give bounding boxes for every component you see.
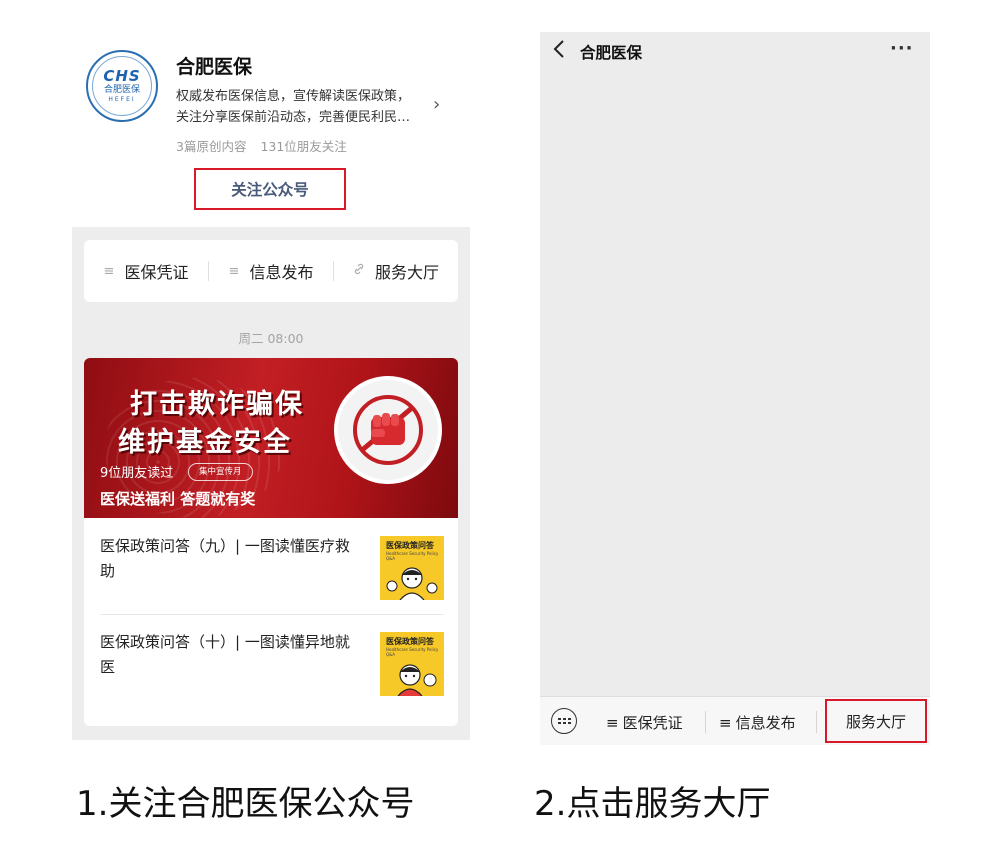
- logo-cn-text: 合肥医保: [103, 85, 140, 95]
- menu-item-info-release[interactable]: ≡ 信息发布: [209, 259, 333, 283]
- chevron-right-icon[interactable]: ›: [433, 94, 440, 115]
- account-logo[interactable]: CHS 合肥医保 HEFEI: [86, 50, 158, 122]
- article-card: 打击欺诈骗保 维护基金安全 9位朋友读过 集中宣传月 医保送福利 答题就有奖 医…: [84, 358, 458, 726]
- chat-window: [540, 32, 930, 745]
- account-menu: ≡ 医保凭证 ≡ 信息发布 服务大厅: [84, 240, 458, 302]
- article-thumbnail: 医保政策问答 Healthcare Security Policy Q&A: [380, 536, 444, 600]
- service-hall-button[interactable]: 服务大厅: [825, 699, 927, 743]
- bottom-menu-label: 医保凭证: [622, 714, 683, 732]
- step1-caption: 1.关注合肥医保公众号: [76, 784, 415, 824]
- account-description[interactable]: 权威发布医保信息，宣传解读医保政策， 关注分享医保前沿动态，完善便民利民…: [176, 86, 428, 128]
- article-list-item[interactable]: 医保政策问答（九）| 一图读懂医疗救助 医保政策问答 Healthcare Se…: [100, 534, 444, 604]
- description-line: 权威发布医保信息，宣传解读医保政策，: [176, 89, 411, 104]
- menu-item-label: 信息发布: [249, 263, 314, 282]
- list-icon: ≡: [103, 263, 115, 279]
- article-divider: [100, 614, 444, 615]
- banner-article-title: 医保送福利 答题就有奖: [100, 490, 256, 508]
- list-icon: ≡: [606, 714, 619, 732]
- bottom-menu-insurance-voucher[interactable]: ≡ 医保凭证: [606, 712, 683, 733]
- thumbnail-subtitle: Healthcare Security Policy Q&A: [386, 551, 439, 561]
- account-name: 合肥医保: [176, 56, 253, 78]
- menu-divider: [816, 711, 817, 733]
- article-title: 医保政策问答（九）| 一图读懂医疗救助: [100, 537, 350, 580]
- chat-title: 合肥医保: [580, 44, 643, 62]
- cartoon-figure-icon: [397, 664, 437, 696]
- article-list-item[interactable]: 医保政策问答（十）| 一图读懂异地就医 医保政策问答 Healthcare Se…: [100, 630, 444, 700]
- link-icon: [353, 263, 365, 279]
- list-icon: ≡: [719, 714, 732, 732]
- bottom-menu-info-release[interactable]: ≡ 信息发布: [719, 712, 796, 733]
- followers-count: 131位朋友关注: [260, 139, 347, 154]
- fist-icon: [334, 376, 442, 484]
- account-stats: 3篇原创内容 131位朋友关注: [176, 136, 347, 155]
- more-options-icon[interactable]: ···: [890, 38, 914, 59]
- logo-mark: CHS: [103, 67, 141, 85]
- keyboard-icon[interactable]: [551, 708, 577, 734]
- bottom-menu-label: 信息发布: [735, 714, 796, 732]
- menu-item-label: 服务大厅: [374, 263, 439, 282]
- thumbnail-title: 医保政策问答: [386, 541, 434, 550]
- list-icon: ≡: [228, 263, 240, 279]
- follow-account-button[interactable]: 关注公众号: [194, 168, 346, 210]
- article-thumbnail: 医保政策问答 Healthcare Security Policy Q&A: [380, 632, 444, 696]
- banner-headline-line2: 维护基金安全: [118, 427, 292, 458]
- friends-read-count: 9位朋友读过: [100, 466, 174, 481]
- cartoon-figure-icon: [386, 567, 438, 600]
- menu-item-insurance-voucher[interactable]: ≡ 医保凭证: [84, 259, 208, 283]
- original-count: 3篇原创内容: [176, 139, 247, 154]
- banner-tag-badge: 集中宣传月: [188, 463, 253, 481]
- description-line: 关注分享医保前沿动态，完善便民利民…: [176, 110, 411, 125]
- step2-caption: 2.点击服务大厅: [534, 784, 771, 824]
- menu-item-service-hall[interactable]: 服务大厅: [334, 259, 458, 283]
- logo-en-text: HEFEI: [108, 96, 136, 103]
- feed-timestamp: 周二 08:00: [238, 331, 304, 346]
- thumbnail-subtitle: Healthcare Security Policy Q&A: [386, 647, 439, 657]
- logo-emblem: CHS 合肥医保 HEFEI: [92, 56, 152, 116]
- thumbnail-title: 医保政策问答: [386, 637, 434, 646]
- menu-item-label: 医保凭证: [124, 263, 189, 282]
- chevron-left-icon[interactable]: [552, 39, 566, 64]
- banner-headline-line1: 打击欺诈骗保: [130, 389, 304, 420]
- menu-divider: [705, 711, 706, 733]
- article-title: 医保政策问答（十）| 一图读懂异地就医: [100, 633, 350, 676]
- banner-article[interactable]: 打击欺诈骗保 维护基金安全 9位朋友读过 集中宣传月 医保送福利 答题就有奖: [84, 358, 458, 518]
